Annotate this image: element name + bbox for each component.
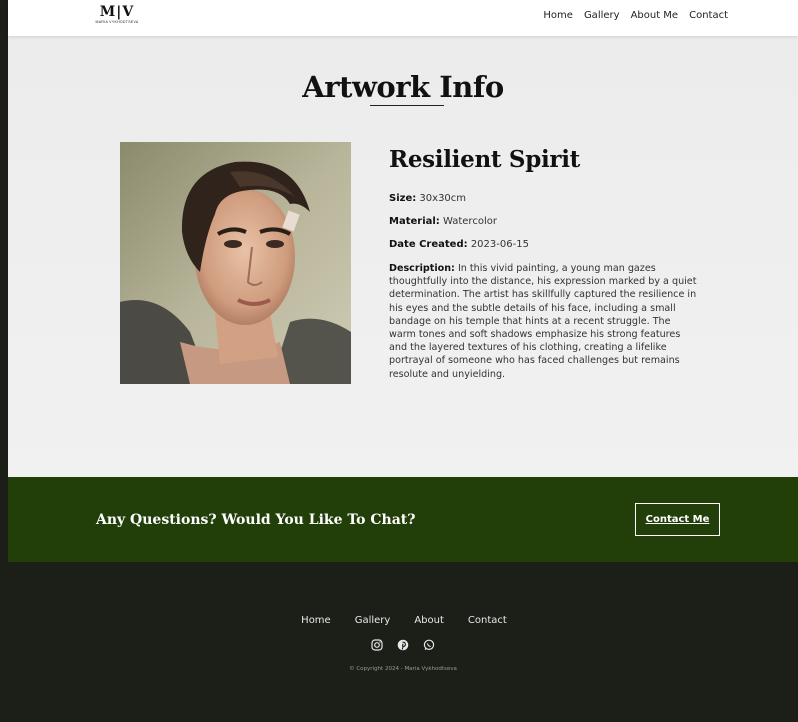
artwork-image (120, 142, 351, 384)
site-header: M|V MARIA VYKHODTSEVA Home Gallery About… (8, 0, 798, 36)
material-label: Material: (389, 216, 440, 227)
nav-about[interactable]: About Me (631, 10, 679, 21)
title-underline (370, 105, 444, 106)
social-links (8, 638, 798, 651)
artwork-title: Resilient Spirit (389, 146, 581, 173)
nav-gallery[interactable]: Gallery (584, 10, 620, 21)
page-title: Artwork Info (302, 70, 504, 104)
instagram-icon[interactable] (371, 638, 383, 651)
site-footer: Home Gallery About Contact © Copyright 2… (8, 562, 798, 722)
footer-nav-gallery[interactable]: Gallery (355, 615, 391, 626)
main-nav: Home Gallery About Me Contact (543, 10, 728, 21)
nav-home[interactable]: Home (543, 10, 573, 21)
cta-band: Any Questions? Would You Like To Chat? C… (8, 477, 798, 562)
whatsapp-icon[interactable] (423, 638, 435, 651)
material-value: Watercolor (442, 216, 497, 227)
nav-contact[interactable]: Contact (689, 10, 728, 21)
contact-me-button[interactable]: Contact Me (635, 503, 720, 536)
artwork-section: Artwork Info Resilient Spirit Size: 30x3… (8, 36, 798, 477)
date-label: Date Created: (389, 239, 468, 250)
footer-nav-home[interactable]: Home (301, 615, 331, 626)
footer-nav: Home Gallery About Contact (8, 615, 798, 626)
size-label: Size: (389, 193, 417, 204)
logo-mark: M|V (99, 4, 135, 20)
description-label: Description: (389, 263, 455, 274)
date-row: Date Created: 2023-06-15 (389, 239, 699, 250)
size-value: 30x30cm (419, 193, 467, 204)
footer-nav-about[interactable]: About (414, 615, 444, 626)
cta-text: Any Questions? Would You Like To Chat? (96, 512, 416, 528)
description-text: In this vivid painting, a young man gaze… (389, 263, 697, 380)
footer-nav-contact[interactable]: Contact (468, 615, 507, 626)
logo-subtitle: MARIA VYKHODTSEVA (95, 20, 139, 24)
pinterest-icon[interactable] (397, 638, 409, 651)
date-value: 2023-06-15 (470, 239, 529, 250)
copyright: © Copyright 2024 - Maria Vykhodtseva (349, 666, 457, 672)
artwork-info: Resilient Spirit Size: 30x30cm Material:… (389, 146, 699, 381)
site-logo[interactable]: M|V MARIA VYKHODTSEVA (87, 5, 147, 24)
size-row: Size: 30x30cm (389, 193, 699, 204)
material-row: Material: Watercolor (389, 216, 699, 227)
description: Description: In this vivid painting, a y… (389, 262, 699, 381)
